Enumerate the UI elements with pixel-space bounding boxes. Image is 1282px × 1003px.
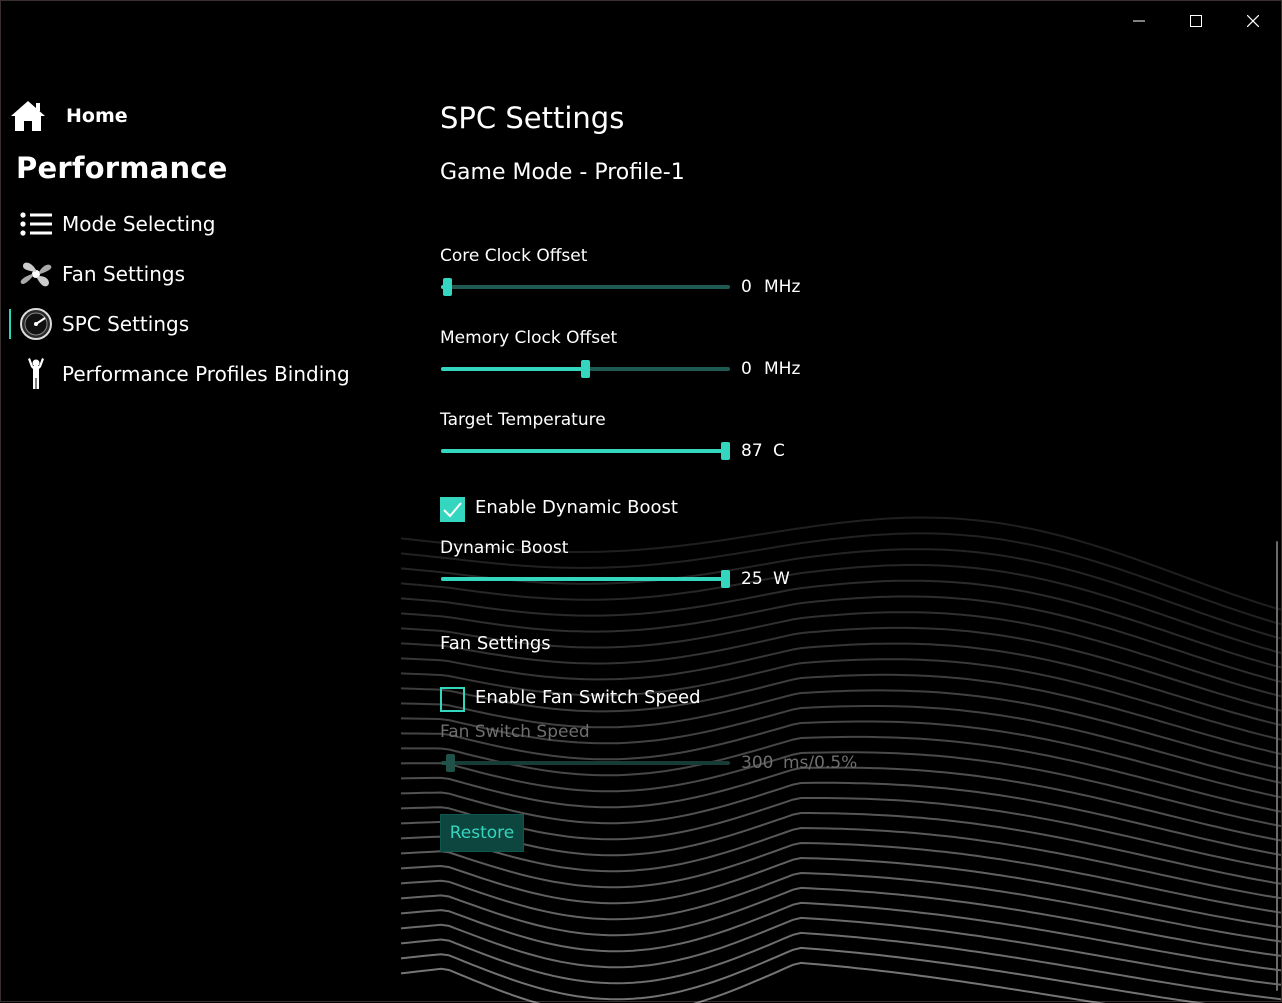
core-clock-label: Core Clock Offset	[440, 246, 588, 266]
dynamic-boost-label: Dynamic Boost	[440, 538, 569, 558]
selection-indicator	[9, 359, 11, 389]
list-icon	[19, 207, 53, 241]
nav-home[interactable]: Home	[10, 100, 128, 132]
nav-section-title: Performance	[16, 151, 228, 185]
fan-switch-speed-slider[interactable]	[440, 753, 730, 773]
selection-indicator	[9, 309, 11, 339]
caption-bar	[1110, 1, 1281, 41]
sidebar-item-label: Mode Selecting	[62, 212, 216, 236]
slider-fill	[441, 449, 725, 453]
sidebar-item-spc-settings[interactable]: SPC Settings	[9, 304, 389, 344]
sidebar-item-fan-settings[interactable]: Fan Settings	[9, 254, 389, 294]
gauge-icon	[19, 307, 53, 341]
close-icon	[1246, 15, 1259, 27]
core-clock-unit: MHz	[764, 277, 801, 297]
sidebar-item-mode-selecting[interactable]: Mode Selecting	[9, 204, 389, 244]
sidebar-item-label: Fan Settings	[62, 262, 185, 286]
fan-switch-speed-label: Fan Switch Speed	[440, 722, 590, 742]
slider-thumb[interactable]	[446, 754, 455, 772]
slider-thumb[interactable]	[721, 442, 730, 460]
memory-clock-slider[interactable]	[440, 359, 730, 379]
target-temperature-unit: C	[773, 441, 785, 461]
vertical-scrollbar[interactable]	[1276, 541, 1278, 991]
checkmark-icon	[443, 502, 462, 518]
dynamic-boost-value: 25	[741, 569, 763, 589]
memory-clock-label: Memory Clock Offset	[440, 328, 618, 348]
sidebar-item-label: SPC Settings	[62, 312, 190, 336]
minimize-icon	[1132, 20, 1145, 22]
target-temperature-label: Target Temperature	[440, 410, 606, 430]
sidebar-item-performance-profiles-binding[interactable]: Performance Profiles Binding	[9, 354, 389, 394]
dynamic-boost-unit: W	[773, 569, 790, 589]
selection-indicator	[9, 209, 11, 239]
fan-settings-heading: Fan Settings	[440, 633, 551, 654]
fan-switch-speed-checkbox[interactable]	[440, 687, 465, 712]
slider-track	[441, 761, 730, 765]
home-icon	[11, 101, 45, 131]
sidebar-item-label: Performance Profiles Binding	[62, 362, 350, 386]
memory-clock-value: 0	[741, 359, 752, 379]
close-button[interactable]	[1224, 1, 1281, 41]
person-icon	[19, 357, 53, 391]
fan-switch-speed-checkbox-label[interactable]: Enable Fan Switch Speed	[475, 687, 701, 708]
memory-clock-unit: MHz	[764, 359, 801, 379]
slider-thumb[interactable]	[721, 570, 730, 588]
dynamic-boost-checkbox-label[interactable]: Enable Dynamic Boost	[475, 497, 678, 518]
dynamic-boost-slider[interactable]	[440, 569, 730, 589]
nav-home-label: Home	[66, 105, 128, 127]
target-temperature-value: 87	[741, 441, 763, 461]
page-title: SPC Settings	[440, 101, 625, 135]
profile-subtitle: Game Mode - Profile-1	[440, 160, 685, 185]
fan-switch-speed-unit: ms/0.5%	[783, 753, 858, 773]
core-clock-value: 0	[741, 277, 752, 297]
slider-fill	[441, 367, 585, 371]
maximize-button[interactable]	[1167, 1, 1224, 41]
slider-track	[441, 285, 730, 289]
slider-thumb[interactable]	[443, 278, 452, 296]
target-temperature-slider[interactable]	[440, 441, 730, 461]
selection-indicator	[9, 259, 11, 289]
core-clock-slider[interactable]	[440, 277, 730, 297]
fan-icon	[19, 257, 53, 291]
fan-switch-speed-value: 300	[741, 753, 774, 773]
app-window: Home Performance Mode Selecting Fan Sett…	[0, 0, 1282, 1003]
slider-fill	[441, 577, 725, 581]
slider-thumb[interactable]	[581, 360, 590, 378]
maximize-icon	[1189, 15, 1202, 27]
minimize-button[interactable]	[1110, 1, 1167, 41]
dynamic-boost-checkbox[interactable]	[440, 497, 465, 522]
restore-button[interactable]: Restore	[440, 814, 524, 852]
